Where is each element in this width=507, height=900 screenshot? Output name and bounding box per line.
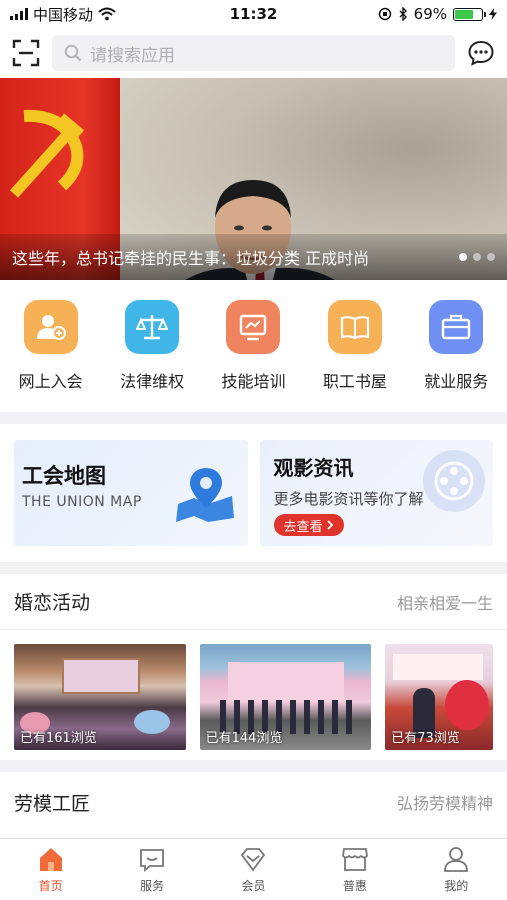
tab-member[interactable]: 会员 [218,845,288,894]
banner-carousel[interactable]: 这些年，总书记牵挂的民生事：垃圾分类 正成时尚 [0,78,507,280]
rotation-lock-icon [378,7,391,21]
movie-news-card[interactable]: 观影资讯 更多电影资讯等你了解 去查看 [259,440,493,546]
union-map-title: 工会地图 [22,464,106,488]
book-icon [327,300,382,354]
status-bar: 中国移动 11:32 69% [0,0,507,28]
activity-photo[interactable]: 已有161浏览 [14,644,186,750]
model-worker-section: 劳模工匠 弘扬劳模精神 [0,772,507,838]
bluetooth-icon [399,7,407,21]
banner-caption: 这些年，总书记牵挂的民生事：垃圾分类 正成时尚 [12,249,370,268]
battery-percent: 69% [413,5,447,23]
chevron-right-icon [326,520,333,530]
carousel-dots [459,253,495,261]
quick-entry-bookstore[interactable]: 职工书屋 [310,300,400,412]
profile-icon [444,847,469,872]
carrier-label: 中国移动 [33,5,94,24]
map-pin-icon [175,468,234,522]
tab-label: 服务 [140,879,165,893]
quick-entry-grid: 网上入会 法律维权 技能培训 职工书屋 就业服务 [0,280,507,412]
quick-entry-label: 法律维权 [120,372,185,391]
quick-entry-join-union[interactable]: 网上入会 [6,300,96,412]
bottom-tab-bar: 首页 服务 会员 普惠 我的 [0,838,507,900]
signal-icon [10,8,28,20]
quick-entry-label: 技能培训 [221,372,286,391]
film-reel-icon [423,450,485,512]
marriage-activity-section: 婚恋活动 相亲相爱一生 已有161浏览 已有144浏览 已有73浏览 [0,574,507,760]
scale-icon [125,300,180,354]
carousel-dot[interactable] [473,253,481,261]
quick-entry-label: 职工书屋 [322,372,387,391]
banner-caption-bar: 这些年，总书记牵挂的民生事：垃圾分类 正成时尚 [0,234,507,280]
view-more-button[interactable]: 去查看 [273,514,344,536]
member-icon [241,848,266,872]
party-emblem-icon [9,109,85,198]
battery-icon [453,7,486,21]
clock: 11:32 [229,5,278,23]
section-more-link[interactable]: 相亲相爱一生 [397,590,493,614]
section-title: 婚恋活动 [14,592,91,614]
scan-icon[interactable] [12,39,40,67]
tab-label: 普惠 [342,879,367,893]
view-more-label: 去查看 [283,519,323,535]
section-more-link[interactable]: 弘扬劳模精神 [397,790,493,814]
wifi-icon [98,7,116,21]
quick-entry-label: 就业服务 [424,372,489,391]
photo-view-count: 已有161浏览 [20,731,97,746]
message-icon[interactable] [467,39,495,67]
top-header: 请搜索应用 [0,28,507,78]
activity-photo-list: 已有161浏览 已有144浏览 已有73浏览 [0,630,507,750]
activity-photo[interactable]: 已有73浏览 [385,644,494,750]
add-user-icon [23,300,78,354]
section-header: 婚恋活动 相亲相爱一生 [0,574,507,630]
tab-home[interactable]: 首页 [16,845,86,894]
promo-cards: 工会地图 THE UNION MAP 观影资讯 更多电影资讯等你了解 去查看 [0,424,507,562]
board-icon [226,300,281,354]
tab-label: 我的 [444,879,469,893]
photo-view-count: 已有73浏览 [391,731,460,746]
union-map-subtitle: THE UNION MAP [22,494,142,510]
movie-news-title: 观影资讯 [273,456,354,480]
quick-entry-label: 网上入会 [18,372,83,391]
shop-icon [341,848,368,871]
search-icon [64,44,82,62]
tab-label: 首页 [38,879,63,893]
quick-entry-skill-training[interactable]: 技能培训 [208,300,298,412]
search-placeholder: 请搜索应用 [90,45,175,66]
union-map-card[interactable]: 工会地图 THE UNION MAP [14,440,248,546]
section-header: 劳模工匠 弘扬劳模精神 [0,772,507,832]
home-icon [39,848,62,871]
search-input[interactable]: 请搜索应用 [52,35,455,71]
briefcase-icon [429,300,484,354]
carousel-dot[interactable] [487,253,495,261]
activity-photo[interactable]: 已有144浏览 [199,644,372,750]
tab-benefit[interactable]: 普惠 [320,845,390,894]
quick-entry-legal-rights[interactable]: 法律维权 [107,300,197,412]
tab-service[interactable]: 服务 [117,845,187,894]
movie-news-subtitle: 更多电影资讯等你了解 [273,490,424,508]
quick-entry-employment[interactable]: 就业服务 [411,300,501,412]
photo-view-count: 已有144浏览 [205,731,283,746]
tab-label: 会员 [241,879,266,893]
carousel-dot[interactable] [459,253,467,261]
section-title: 劳模工匠 [14,792,91,815]
charging-icon [489,8,497,20]
service-icon [140,849,164,872]
tab-profile[interactable]: 我的 [421,845,491,894]
